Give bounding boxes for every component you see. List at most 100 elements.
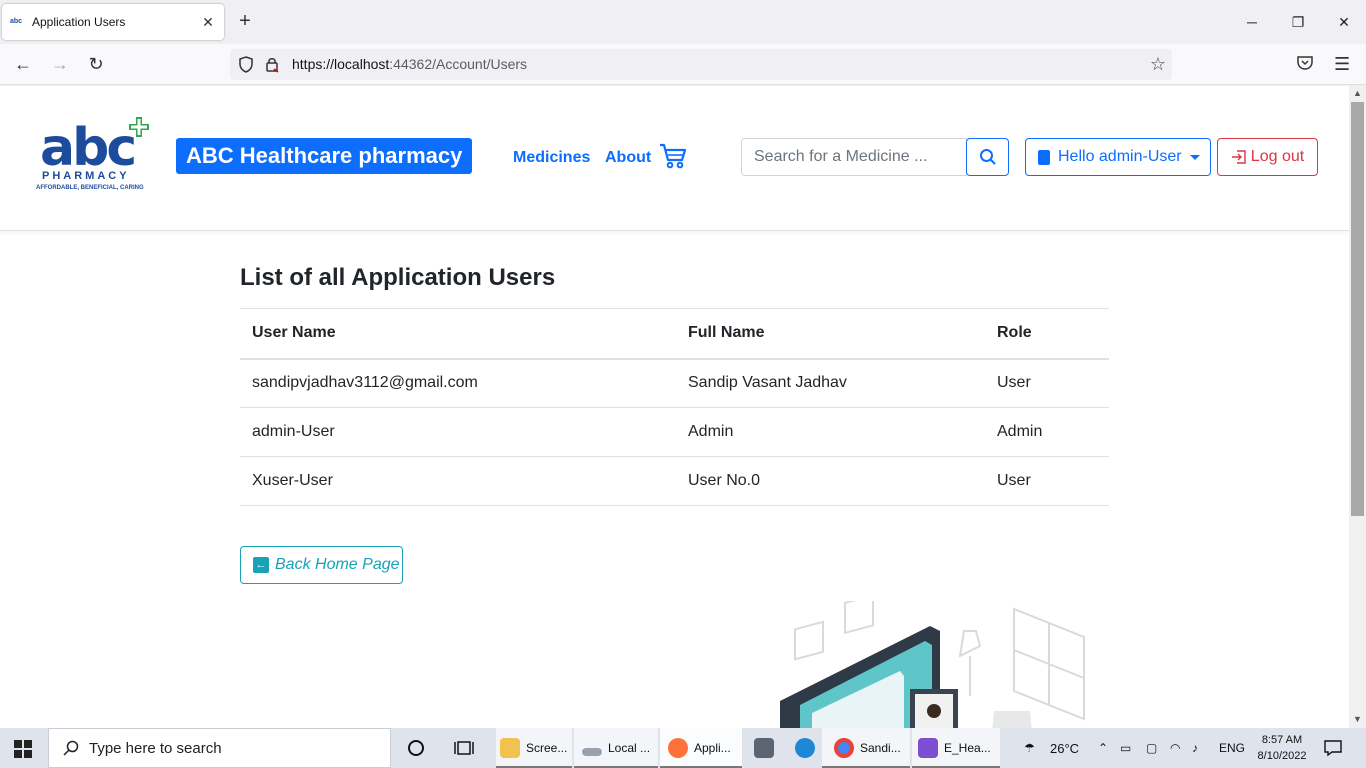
- cell-user-name: sandipvjadhav3112@gmail.com: [240, 358, 676, 408]
- logo-abc-text: abc: [40, 118, 137, 178]
- search-button[interactable]: [966, 138, 1009, 176]
- cortana-icon[interactable]: [407, 739, 425, 757]
- system-clock[interactable]: 8:57 AM 8/10/2022: [1252, 732, 1312, 764]
- logo-plus-icon: [129, 117, 149, 137]
- taskbar-app-label: Sandi...: [860, 741, 901, 755]
- forward-arrow-icon[interactable]: →: [47, 52, 73, 76]
- person-badge-icon: [1038, 149, 1050, 165]
- nav-medicines-link[interactable]: Medicines: [513, 149, 590, 167]
- column-header-full-name: Full Name: [676, 308, 985, 360]
- online-pharmacy-illustration: [780, 601, 1085, 728]
- page-viewport: abc PHARMACY AFFORDABLE, BENEFICIAL, CAR…: [0, 86, 1349, 728]
- nav-about-link[interactable]: About: [605, 149, 651, 167]
- table-row: sandipvjadhav3112@gmail.com Sandip Vasan…: [240, 358, 1109, 408]
- close-window-button[interactable]: ✕: [1332, 8, 1356, 36]
- user-menu-label: Hello admin-User: [1058, 148, 1182, 165]
- firefox-icon: [668, 738, 688, 758]
- search-icon: [979, 149, 996, 165]
- table-row: Xuser-User User No.0 User: [240, 456, 1109, 506]
- scroll-down-arrow-icon[interactable]: ▼: [1349, 712, 1366, 726]
- column-header-role: Role: [985, 308, 1109, 360]
- logout-label: Log out: [1250, 148, 1305, 165]
- chevron-up-icon[interactable]: ⌃: [1098, 741, 1108, 755]
- task-view-icon[interactable]: [454, 739, 474, 757]
- tab-title: Application Users: [32, 15, 126, 29]
- table-header-row: User Name Full Name Role: [240, 308, 1109, 360]
- abc-pharmacy-logo[interactable]: abc PHARMACY AFFORDABLE, BENEFICIAL, CAR…: [36, 117, 158, 198]
- taskbar-app-calendar[interactable]: [754, 736, 780, 760]
- volume-icon[interactable]: ♪: [1192, 741, 1198, 755]
- address-bar[interactable]: https://localhost:44362/Account/Users ☆: [230, 49, 1172, 80]
- cell-full-name: Sandip Vasant Jadhav: [676, 358, 985, 408]
- minimize-window-button[interactable]: ─: [1240, 8, 1264, 36]
- taskbar-app-firefox[interactable]: Appli...: [668, 736, 731, 760]
- language-indicator[interactable]: ENG: [1219, 741, 1245, 755]
- taskbar-app-edge[interactable]: [795, 736, 821, 760]
- lock-icon[interactable]: [264, 56, 280, 73]
- back-home-label: Back Home Page: [275, 556, 400, 573]
- url-text: https://localhost:44362/Account/Users: [292, 56, 527, 72]
- site-brand[interactable]: ABC Healthcare pharmacy: [176, 138, 473, 174]
- table-row: admin-User Admin Admin: [240, 407, 1109, 457]
- browser-tab[interactable]: abc Application Users ✕: [2, 4, 224, 40]
- back-arrow-icon[interactable]: ←: [10, 52, 36, 76]
- weather-temperature[interactable]: 26°C: [1050, 741, 1079, 756]
- user-menu-dropdown-button[interactable]: Hello admin-User: [1025, 138, 1211, 176]
- new-tab-button[interactable]: +: [234, 10, 256, 32]
- weather-icon[interactable]: ☂: [1024, 741, 1035, 755]
- logo-pharmacy-text: PHARMACY: [42, 170, 130, 182]
- taskbar-app-visual-studio[interactable]: E_Hea...: [918, 736, 991, 760]
- restore-window-button[interactable]: ❐: [1286, 8, 1310, 36]
- cell-user-name: admin-User: [240, 407, 676, 457]
- logout-button[interactable]: Log out: [1217, 138, 1318, 176]
- taskbar-app-local-disk[interactable]: Local ...: [582, 736, 650, 760]
- cell-role: User: [985, 358, 1109, 408]
- calendar-icon: [754, 738, 774, 758]
- clock-time: 8:57 AM: [1261, 734, 1303, 746]
- tab-close-icon[interactable]: ✕: [200, 14, 216, 31]
- tracking-shield-icon[interactable]: [238, 56, 254, 73]
- scroll-up-arrow-icon[interactable]: ▲: [1349, 86, 1366, 100]
- search-icon: [63, 740, 79, 756]
- site-header: abc PHARMACY AFFORDABLE, BENEFICIAL, CAR…: [0, 86, 1349, 231]
- reload-icon[interactable]: ↻: [83, 52, 109, 76]
- cell-full-name: Admin: [676, 407, 985, 457]
- page-scrollbar[interactable]: ▲ ▼: [1349, 86, 1366, 728]
- scrollbar-thumb[interactable]: [1351, 102, 1364, 516]
- back-home-page-button[interactable]: ← Back Home Page: [240, 546, 403, 584]
- cell-user-name: Xuser-User: [240, 456, 676, 506]
- bookmark-star-icon[interactable]: ☆: [1150, 54, 1166, 75]
- windows-start-icon[interactable]: [14, 740, 32, 758]
- cell-role: Admin: [985, 407, 1109, 457]
- taskbar-app-label: Appli...: [694, 741, 731, 755]
- taskbar-app-label: E_Hea...: [944, 741, 991, 755]
- clock-date: 8/10/2022: [1257, 750, 1307, 762]
- browser-tab-strip: abc Application Users ✕ + ─ ❐ ✕: [0, 0, 1366, 44]
- logo-tagline: AFFORDABLE, BENEFICIAL, CARING: [36, 185, 144, 191]
- chrome-icon: [834, 738, 854, 758]
- page-title: List of all Application Users: [240, 264, 556, 291]
- taskbar-app-label: Scree...: [526, 741, 568, 755]
- url-path: :44362/Account/Users: [389, 56, 528, 72]
- users-table: User Name Full Name Role sandipvjadhav31…: [240, 308, 1109, 506]
- medicine-search-form: Search for a Medicine ...: [741, 138, 1009, 176]
- box-arrow-in-icon: [1231, 150, 1246, 164]
- edge-icon: [795, 738, 815, 758]
- taskbar-app-chrome[interactable]: Sandi...: [834, 736, 901, 760]
- taskbar-app-file-explorer[interactable]: Scree...: [500, 736, 567, 760]
- folder-icon: [500, 738, 520, 758]
- hamburger-menu-icon[interactable]: ☰: [1334, 54, 1350, 75]
- pocket-icon[interactable]: [1296, 54, 1314, 72]
- shopping-cart-icon[interactable]: [658, 142, 688, 170]
- battery-icon[interactable]: ▭: [1120, 741, 1131, 755]
- notifications-icon[interactable]: [1324, 739, 1342, 757]
- medicine-search-input[interactable]: Search for a Medicine ...: [741, 138, 967, 176]
- cell-full-name: User No.0: [676, 456, 985, 506]
- taskbar-search-box[interactable]: Type here to search: [48, 728, 391, 768]
- browser-navigation-bar: ← → ↻ https://localhost:44362/Account/Us…: [0, 44, 1366, 85]
- arrow-left-square-icon: ←: [253, 557, 269, 573]
- wifi-icon[interactable]: ◠: [1170, 741, 1180, 755]
- visual-studio-icon: [918, 738, 938, 758]
- device-icon[interactable]: ▢: [1146, 741, 1157, 755]
- cell-role: User: [985, 456, 1109, 506]
